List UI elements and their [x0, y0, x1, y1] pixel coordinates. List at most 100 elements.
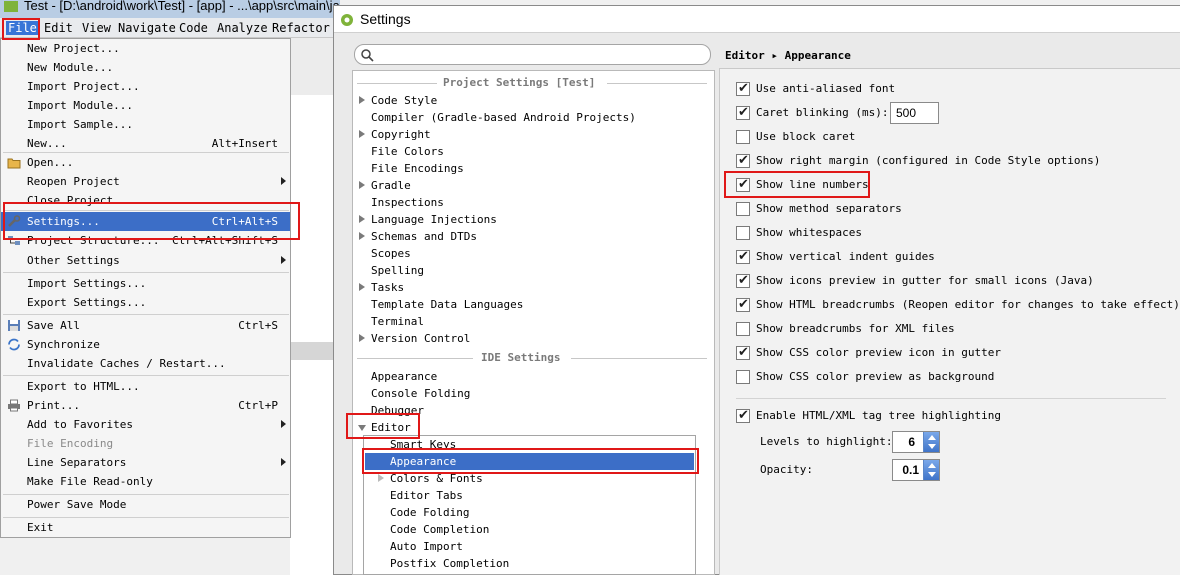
tree-item-copyright[interactable]: Copyright: [357, 126, 712, 143]
tree-item-version-control[interactable]: Version Control: [357, 330, 712, 347]
checkbox-use-anti-aliased-font[interactable]: [736, 80, 750, 98]
menu-item-power-save-mode[interactable]: Power Save Mode: [1, 495, 290, 514]
section-line: [571, 358, 707, 359]
tree-item-language-injections[interactable]: Language Injections: [357, 211, 712, 228]
section-project-title: Project Settings [Test]: [443, 76, 596, 89]
breadcrumb-separator: ▸: [771, 49, 778, 62]
menu-item-label: Import Project...: [27, 80, 140, 93]
chevron-right-icon[interactable]: [359, 334, 365, 342]
search-icon: [361, 49, 374, 62]
menu-item-exit[interactable]: Exit: [1, 518, 290, 537]
tree-item-compiler-gradle-based-android-projects[interactable]: Compiler (Gradle-based Android Projects): [357, 109, 712, 126]
menu-item-import-project[interactable]: Import Project...: [1, 77, 290, 96]
tree-item-inspections[interactable]: Inspections: [357, 194, 712, 211]
menu-item-new-module[interactable]: New Module...: [1, 58, 290, 77]
tree-item-label: Copyright: [371, 128, 431, 141]
checkbox-show-css-color-preview-icon-in-gutter[interactable]: [736, 344, 750, 362]
checkbox-show-html-breadcrumbs-reopen-editor-for-changes-to-take-effect[interactable]: [736, 296, 750, 314]
menu-item-print[interactable]: Print... Ctrl+P: [1, 396, 290, 415]
tree-item-editor-code-folding[interactable]: Code Folding: [370, 504, 690, 521]
menu-navigate[interactable]: Navigate: [118, 21, 176, 35]
checkbox-show-vertical-indent-guides[interactable]: [736, 248, 750, 266]
chevron-down-icon[interactable]: [928, 472, 936, 477]
tree-item-label: Postfix Completion: [390, 557, 510, 570]
chevron-right-icon[interactable]: [359, 232, 365, 240]
spinner-buttons[interactable]: [923, 460, 939, 480]
breadcrumb: Editor ▸ Appearance: [719, 43, 1180, 69]
chevron-down-icon[interactable]: [928, 444, 936, 449]
menu-item-export-settings[interactable]: Export Settings...: [1, 293, 290, 312]
chevron-up-icon[interactable]: [928, 435, 936, 440]
checkbox-use-block-caret[interactable]: [736, 130, 750, 144]
menu-analyze[interactable]: Analyze: [217, 21, 268, 35]
tree-item-ide-console-folding[interactable]: Console Folding: [357, 385, 712, 402]
tree-item-editor-auto-import[interactable]: Auto Import: [370, 538, 690, 555]
tree-item-editor-code-completion[interactable]: Code Completion: [370, 521, 690, 538]
menu-item-label: Print...: [27, 399, 80, 412]
chevron-right-icon[interactable]: [359, 130, 365, 138]
checkbox-show-breadcrumbs-for-xml-files[interactable]: [736, 322, 750, 336]
checkbox-show-whitespaces[interactable]: [736, 226, 750, 240]
menu-item-shortcut: Ctrl+P: [238, 399, 278, 412]
tree-item-scopes[interactable]: Scopes: [357, 245, 712, 262]
menu-edit[interactable]: Edit: [44, 21, 73, 35]
save-icon: [7, 319, 21, 332]
tree-item-file-colors[interactable]: File Colors: [357, 143, 712, 160]
tree-item-template-data-languages[interactable]: Template Data Languages: [357, 296, 712, 313]
levels-spinner[interactable]: 6: [892, 431, 940, 453]
opacity-label: Opacity:: [760, 463, 813, 476]
menu-item-shortcut: Alt+Insert: [211, 137, 278, 150]
menu-item-export-to-html[interactable]: Export to HTML...: [1, 377, 290, 396]
menu-item-label: Import Module...: [27, 99, 133, 112]
menu-item-open[interactable]: Open...: [1, 153, 290, 172]
chevron-right-icon[interactable]: [359, 96, 365, 104]
menu-view[interactable]: View: [82, 21, 111, 35]
menu-item-invalidate-caches-restart[interactable]: Invalidate Caches / Restart...: [1, 354, 290, 373]
menu-item-save-all[interactable]: Save All Ctrl+S: [1, 316, 290, 335]
tree-item-file-encodings[interactable]: File Encodings: [357, 160, 712, 177]
spinner-buttons[interactable]: [923, 432, 939, 452]
opacity-spinner[interactable]: 0.1: [892, 459, 940, 481]
tree-item-label: Spelling: [371, 264, 424, 277]
tree-item-schemas-and-dtds[interactable]: Schemas and DTDs: [357, 228, 712, 245]
menu-item-synchronize[interactable]: Synchronize: [1, 335, 290, 354]
menu-refactor[interactable]: Refactor: [272, 21, 330, 35]
chevron-right-icon[interactable]: [359, 215, 365, 223]
menu-item-import-settings[interactable]: Import Settings...: [1, 274, 290, 293]
menu-item-make-file-read-only[interactable]: Make File Read-only: [1, 472, 290, 491]
menu-item-line-separators[interactable]: Line Separators: [1, 453, 290, 472]
menu-code[interactable]: Code: [179, 21, 208, 35]
chevron-right-icon[interactable]: [359, 181, 365, 189]
tree-item-tasks[interactable]: Tasks: [357, 279, 712, 296]
checkbox-show-method-separators[interactable]: [736, 202, 750, 216]
tree-item-ide-appearance[interactable]: Appearance: [357, 368, 712, 385]
tree-item-gradle[interactable]: Gradle: [357, 177, 712, 194]
menu-item-new-project[interactable]: New Project...: [1, 39, 290, 58]
menu-item-label: Power Save Mode: [27, 498, 127, 511]
menu-item-other-settings[interactable]: Other Settings: [1, 251, 290, 270]
tree-item-code-style[interactable]: Code Style: [357, 92, 712, 109]
settings-search-input[interactable]: [354, 44, 711, 65]
tree-item-editor-postfix-completion[interactable]: Postfix Completion: [370, 555, 690, 572]
chevron-right-icon[interactable]: [359, 283, 365, 291]
checkbox-caret-blinking-ms[interactable]: [736, 104, 750, 122]
menu-item-reopen-project[interactable]: Reopen Project: [1, 172, 290, 191]
chevron-up-icon[interactable]: [928, 463, 936, 468]
menu-item-add-to-favorites[interactable]: Add to Favorites: [1, 415, 290, 434]
menu-item-new[interactable]: New... Alt+Insert: [1, 134, 290, 153]
chevron-right-icon[interactable]: [378, 474, 384, 482]
tree-item-editor-editor-tabs[interactable]: Editor Tabs: [370, 487, 690, 504]
checkbox-tag-tree[interactable]: [736, 407, 750, 425]
android-studio-icon: [4, 1, 18, 13]
menu-item-import-module[interactable]: Import Module...: [1, 96, 290, 115]
checkbox-show-css-color-preview-as-background[interactable]: [736, 370, 750, 384]
menu-item-label: Exit: [27, 521, 54, 534]
tree-item-spelling[interactable]: Spelling: [357, 262, 712, 279]
checkbox-show-icons-preview-in-gutter-for-small-icons-java[interactable]: [736, 272, 750, 290]
caret-blink-input[interactable]: 500: [890, 102, 939, 124]
checkbox-show-right-margin-configured-in-code-style-options[interactable]: [736, 152, 750, 170]
menu-item-import-sample[interactable]: Import Sample...: [1, 115, 290, 134]
option-label: Show method separators: [756, 202, 902, 215]
menu-item-label: Invalidate Caches / Restart...: [27, 357, 226, 370]
tree-item-terminal[interactable]: Terminal: [357, 313, 712, 330]
